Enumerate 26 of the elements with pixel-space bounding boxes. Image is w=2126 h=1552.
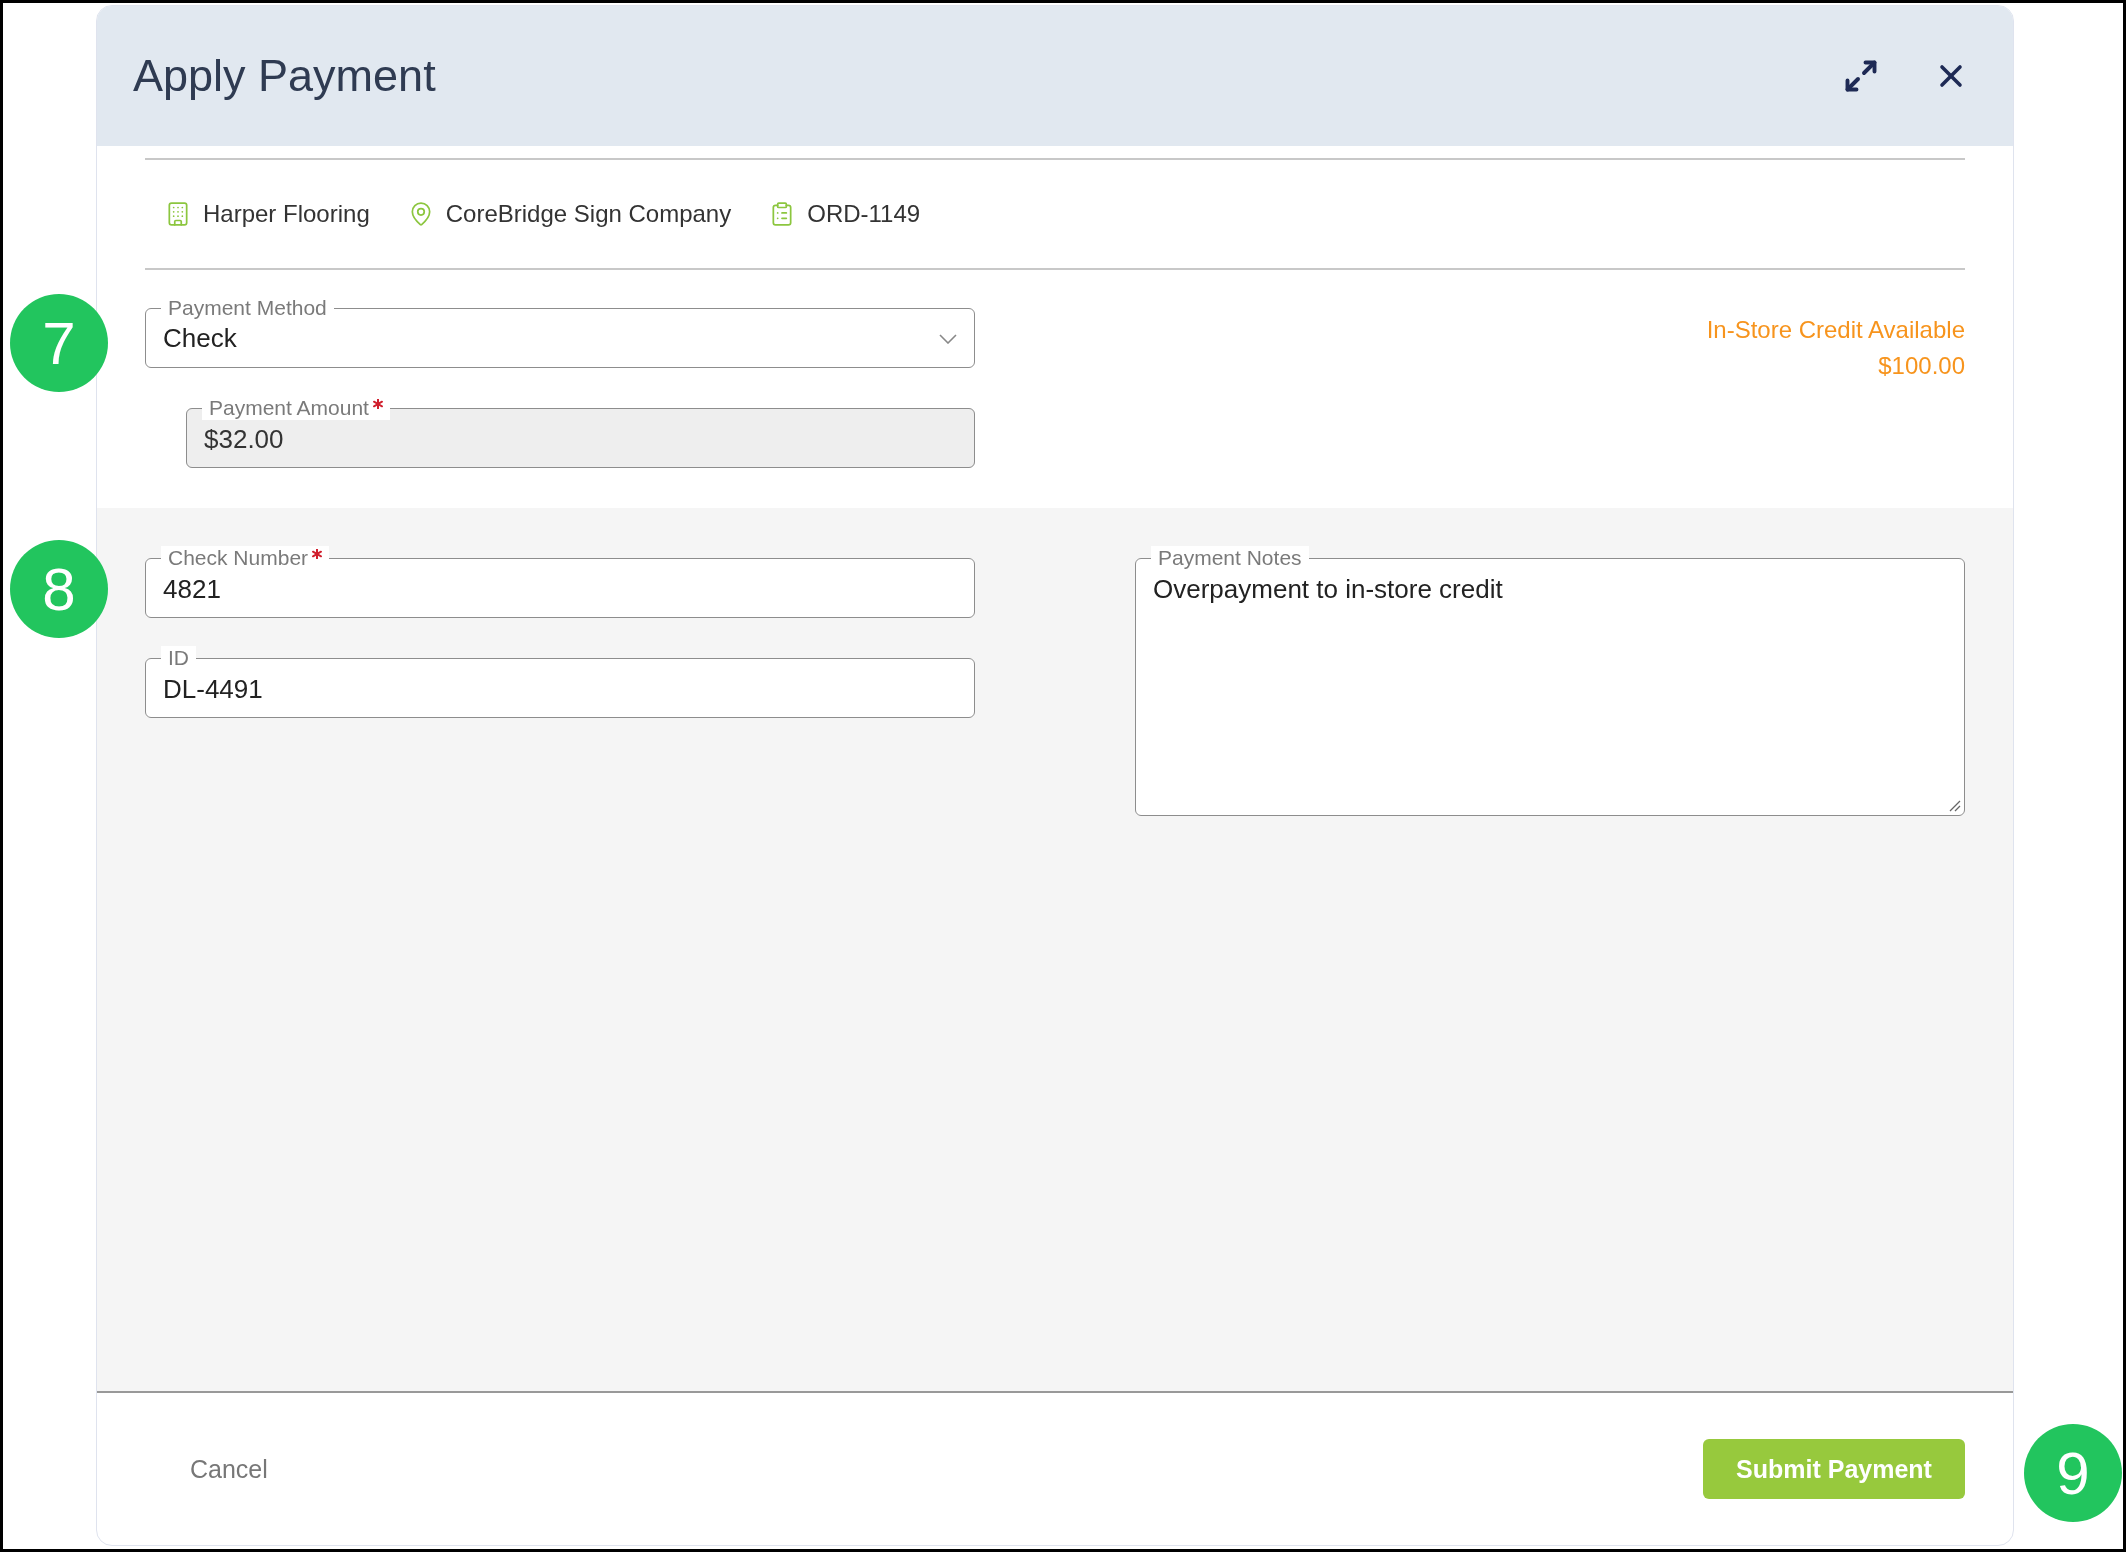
check-number-field[interactable]: Check Number 4821 xyxy=(145,546,975,618)
resize-handle-icon[interactable] xyxy=(1949,800,1961,812)
context-text: CoreBridge Sign Company xyxy=(445,200,732,228)
field-value: DL-4491 xyxy=(163,674,263,705)
field-label: ID xyxy=(168,646,189,670)
field-value: 4821 xyxy=(163,574,221,605)
cancel-button[interactable]: Cancel xyxy=(145,1444,313,1494)
context-text: Harper Flooring xyxy=(203,200,370,228)
payment-notes-field[interactable]: Payment Notes Overpayment to in-store credit xyxy=(1135,546,1965,816)
field-value: $32.00 xyxy=(204,424,284,455)
credit-amount: $100.00 xyxy=(1878,352,1965,380)
field-label: Check Number xyxy=(168,546,309,570)
field-label: Payment Amount xyxy=(209,396,369,420)
building-icon xyxy=(165,201,191,227)
field-label: Payment Method xyxy=(168,296,327,320)
chevron-down-icon xyxy=(939,333,957,344)
credit-label: In-Store Credit Available xyxy=(1706,316,1965,344)
context-text: ORD-1149 xyxy=(807,200,921,228)
step-marker: 9 xyxy=(2024,1424,2122,1522)
step-marker: 8 xyxy=(10,540,108,638)
select-value: Check xyxy=(163,323,237,354)
field-label: Payment Notes xyxy=(1158,546,1302,570)
id-field[interactable]: ID DL-4491 xyxy=(145,646,975,718)
dialog-title: Apply Payment xyxy=(133,50,437,102)
step-marker: 7 xyxy=(10,294,108,392)
field-value: Overpayment to in-store credit xyxy=(1153,574,1503,605)
